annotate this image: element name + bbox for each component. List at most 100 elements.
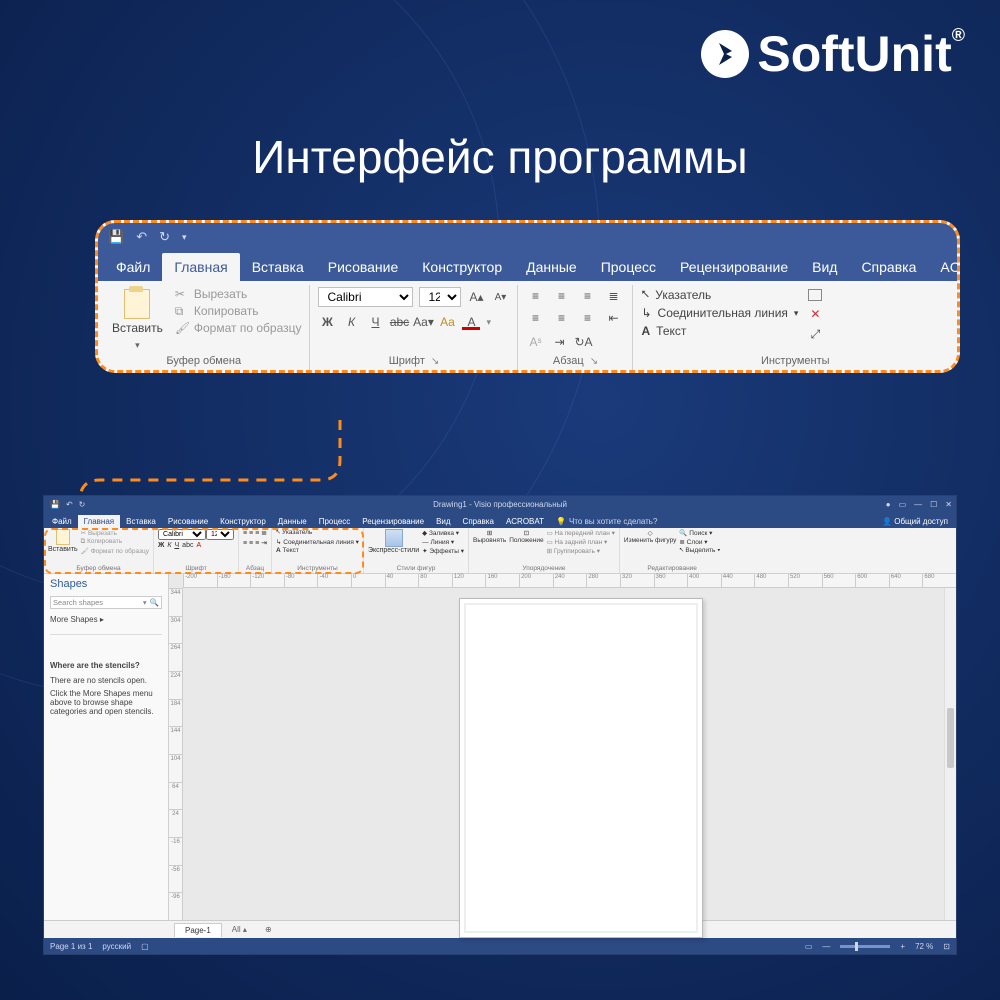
tab-help[interactable]: Справка	[849, 253, 928, 281]
tab-acrobat[interactable]: ACROBAT	[928, 253, 960, 281]
zoom-out-icon[interactable]: —	[822, 942, 830, 951]
tab-process[interactable]: Процесс	[313, 515, 357, 528]
tell-me-search[interactable]: 💡Что вы хотите сделать?	[550, 515, 663, 528]
tab-home[interactable]: Главная	[162, 253, 239, 281]
cut-button[interactable]: ✂Вырезать	[175, 287, 302, 301]
share-button[interactable]: 👤 Общий доступ	[874, 515, 956, 528]
tab-draw[interactable]: Рисование	[162, 515, 214, 528]
add-page-button[interactable]: ⊕	[257, 923, 280, 936]
format-painter-button[interactable]: 🖌Формат по образцу	[175, 321, 302, 335]
status-page: Page 1 из 1	[50, 942, 92, 951]
decrease-indent-icon[interactable]: ⇤	[604, 309, 622, 327]
zoom-slider[interactable]	[840, 945, 890, 948]
align-center-icon[interactable]: ≡	[552, 309, 570, 327]
chevron-down-icon[interactable]	[135, 337, 140, 351]
tab-help[interactable]: Справка	[457, 515, 500, 528]
stencils-hint: Click the More Shapes menu above to brow…	[50, 689, 162, 716]
italic-button[interactable]: К	[342, 313, 360, 331]
ruler-horizontal: -200-160-120-80-400408012016020024028032…	[183, 574, 956, 588]
maximize-icon[interactable]: ☐	[930, 500, 937, 509]
quick-access-toolbar: 💾 ↶ ↻ ▾	[98, 223, 957, 251]
highlight-color-button[interactable]: Aa	[438, 313, 456, 331]
close-icon[interactable]: ✕	[945, 500, 952, 509]
zoom-level[interactable]: 72 %	[915, 942, 933, 951]
increase-indent-icon[interactable]: ⇥	[550, 333, 568, 351]
clear-formatting-icon[interactable]: Aˢ	[526, 333, 544, 351]
font-color-button[interactable]: A	[462, 315, 480, 330]
status-language[interactable]: русский	[102, 942, 131, 951]
chevron-down-icon[interactable]: ▾	[143, 598, 147, 607]
tab-view[interactable]: Вид	[430, 515, 456, 528]
redo-icon[interactable]: ↻	[159, 229, 170, 245]
page-tab-1[interactable]: Page-1	[174, 923, 222, 937]
save-icon[interactable]: 💾	[108, 229, 124, 245]
shapes-search[interactable]: Search shapes ▾ 🔍	[50, 596, 162, 609]
tab-file[interactable]: Файл	[104, 253, 162, 281]
tab-process[interactable]: Процесс	[589, 253, 668, 281]
fit-page-icon[interactable]: ⊡	[943, 942, 950, 951]
align-bottom-icon[interactable]: ≡	[578, 287, 596, 305]
paste-button[interactable]: Вставить	[106, 287, 169, 353]
tab-insert[interactable]: Вставка	[120, 515, 162, 528]
dialog-launcher-icon[interactable]: ↘	[431, 356, 439, 367]
increase-font-icon[interactable]: A▴	[467, 288, 485, 306]
drawing-page[interactable]	[459, 598, 703, 938]
strikethrough-button[interactable]: abc	[390, 313, 408, 331]
rotate-text-icon[interactable]: ↻A	[574, 333, 592, 351]
qat-customize-icon[interactable]: ▾	[182, 232, 187, 243]
pointer-tool[interactable]: ⭦Указатель	[641, 287, 798, 302]
page-tab-all[interactable]: All ▴	[224, 923, 255, 936]
tab-design[interactable]: Конструктор	[214, 515, 272, 528]
crop-tool-icon[interactable]: ⤢	[811, 327, 821, 342]
presentation-mode-icon[interactable]: ▭	[805, 942, 813, 951]
redo-icon[interactable]: ↻	[79, 500, 86, 509]
tab-file[interactable]: Файл	[46, 515, 78, 528]
tab-draw[interactable]: Рисование	[316, 253, 411, 281]
tab-data[interactable]: Данные	[514, 253, 589, 281]
zoom-in-icon[interactable]: +	[900, 942, 905, 951]
scrollbar-vertical[interactable]	[944, 588, 956, 920]
tab-view[interactable]: Вид	[800, 253, 849, 281]
tab-acrobat[interactable]: ACROBAT	[500, 515, 550, 528]
bold-button[interactable]: Ж	[318, 313, 336, 331]
brand-logo: SoftUnit®	[701, 25, 965, 83]
connector-icon: ↳	[641, 306, 651, 320]
paste-icon	[124, 289, 150, 319]
underline-button[interactable]: Ч	[366, 313, 384, 331]
tab-design[interactable]: Конструктор	[410, 253, 514, 281]
bullets-icon[interactable]: ≣	[604, 287, 622, 305]
font-size-select[interactable]: 12pt	[419, 287, 461, 307]
minimize-icon[interactable]: —	[914, 500, 922, 509]
change-case-button[interactable]: Aa▾	[414, 313, 432, 331]
canvas[interactable]: -200-160-120-80-400408012016020024028032…	[169, 574, 956, 920]
ruler-vertical: 3443042642241841441046424-16-56-96	[169, 588, 183, 920]
tab-insert[interactable]: Вставка	[240, 253, 316, 281]
rectangle-tool-icon[interactable]	[808, 289, 822, 301]
align-right-icon[interactable]: ≡	[578, 309, 596, 327]
group-font: Calibri 12pt A▴ A▾ Ж К Ч abc Aa▾ Aa A ▾ …	[310, 285, 518, 370]
decrease-font-icon[interactable]: A▾	[491, 288, 509, 306]
macro-record-icon[interactable]: ▢	[141, 942, 149, 951]
copy-button[interactable]: ⧉Копировать	[175, 304, 302, 318]
connector-tool[interactable]: ↳Соединительная линия▾	[641, 306, 798, 320]
undo-icon[interactable]: ↶	[66, 500, 73, 509]
tab-review[interactable]: Рецензирование	[668, 253, 800, 281]
close-tool-icon[interactable]: ✕	[810, 307, 820, 321]
ribbon-callout: 💾 ↶ ↻ ▾ Файл Главная Вставка Рисование К…	[95, 220, 960, 373]
save-icon[interactable]: 💾	[50, 500, 60, 509]
tab-data[interactable]: Данные	[272, 515, 313, 528]
text-tool[interactable]: AТекст	[641, 324, 798, 338]
account-icon[interactable]: ●	[886, 500, 891, 509]
undo-icon[interactable]: ↶	[136, 229, 147, 245]
group-tools: ⭦Указатель ↳Соединительная линия▾ AТекст…	[633, 285, 957, 370]
align-middle-icon[interactable]: ≡	[552, 287, 570, 305]
align-left-icon[interactable]: ≡	[526, 309, 544, 327]
ribbon-display-icon[interactable]: ▭	[899, 500, 907, 509]
font-family-select[interactable]: Calibri	[318, 287, 413, 307]
align-top-icon[interactable]: ≡	[526, 287, 544, 305]
tab-home[interactable]: Главная	[78, 515, 120, 528]
search-icon[interactable]: 🔍	[150, 598, 159, 607]
dialog-launcher-icon[interactable]: ↘	[590, 356, 598, 367]
tab-review[interactable]: Рецензирование	[356, 515, 430, 528]
more-shapes-menu[interactable]: More Shapes ▸	[50, 615, 162, 624]
